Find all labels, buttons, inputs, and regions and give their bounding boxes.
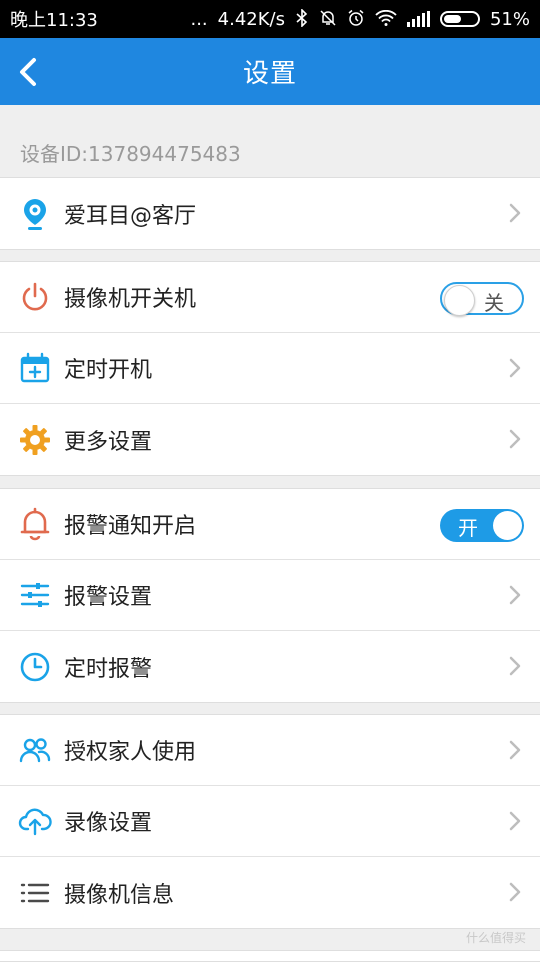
- chevron-right-icon: [509, 203, 521, 223]
- toggle-text: 关: [484, 291, 504, 315]
- camera-power-toggle[interactable]: 关: [440, 282, 524, 316]
- back-button[interactable]: [14, 54, 44, 90]
- toggle-text: 开: [458, 516, 478, 540]
- chevron-right-icon: [509, 811, 521, 831]
- settings-group-misc: 授权家人使用 录像设置 摄像机信息: [0, 714, 540, 929]
- chevron-right-icon: [509, 429, 521, 449]
- bluetooth-icon: [295, 7, 309, 30]
- status-dots: ...: [190, 8, 208, 30]
- row-label: 定时开机: [64, 358, 153, 383]
- row-camera-info[interactable]: 摄像机信息: [0, 857, 540, 928]
- alarm-notification-toggle[interactable]: 开: [440, 509, 524, 542]
- row-alarm-notification: 报警通知开启 开: [0, 489, 540, 560]
- settings-group-device: 爱耳目@客厅: [0, 177, 540, 250]
- watermark: 什么值得买: [465, 931, 526, 945]
- row-label: 爱耳目@客厅: [64, 203, 197, 229]
- cloud-upload-icon: [18, 804, 52, 838]
- chevron-right-icon: [509, 656, 521, 676]
- users-icon: [18, 733, 52, 767]
- chevron-right-icon: [509, 740, 521, 760]
- nav-bar: 设置: [0, 38, 540, 105]
- power-icon: [18, 280, 52, 314]
- settings-group-camera: 摄像机开关机 关 定时开机 更多设置: [0, 261, 540, 476]
- row-label: 摄像机信息: [64, 882, 175, 908]
- network-speed: 4.42K/s: [217, 8, 285, 30]
- bell-icon: [18, 507, 52, 541]
- list-icon: [18, 876, 52, 910]
- chevron-right-icon: [509, 585, 521, 605]
- mute-bell-icon: [319, 9, 337, 30]
- row-device-name[interactable]: 爱耳目@客厅: [0, 178, 540, 249]
- row-camera-power: 摄像机开关机 关: [0, 262, 540, 333]
- page-title: 设置: [242, 59, 297, 89]
- chevron-left-icon: [20, 58, 36, 86]
- device-id-label: 设备ID:137894475483: [20, 142, 241, 166]
- battery-icon: [439, 11, 480, 27]
- signal-icon: [406, 11, 430, 27]
- status-icons: ... 4.42K/s 51%: [190, 7, 530, 30]
- alarm-icon: [347, 9, 365, 30]
- clock-icon: [18, 650, 52, 684]
- chevron-right-icon: [509, 358, 521, 378]
- battery-percent: 51%: [489, 8, 530, 30]
- chevron-right-icon: [509, 882, 521, 902]
- camera-pin-icon: [18, 197, 52, 231]
- calendar-add-icon: [18, 351, 52, 385]
- settings-group-next: [0, 950, 540, 962]
- row-scheduled-power-on[interactable]: 定时开机: [0, 333, 540, 404]
- gear-icon: [18, 423, 52, 457]
- sliders-icon: [18, 578, 52, 612]
- row-recording-settings[interactable]: 录像设置: [0, 786, 540, 857]
- row-label: 更多设置: [64, 429, 153, 455]
- row-label: 定时报警: [64, 656, 153, 682]
- row-family-authorization[interactable]: 授权家人使用: [0, 715, 540, 786]
- row-label: 录像设置: [64, 811, 153, 836]
- row-scheduled-alarm[interactable]: 定时报警: [0, 631, 540, 702]
- status-time: 晚上11:33: [10, 10, 98, 31]
- settings-group-alarm: 报警通知开启 开 报警设置 定时报警: [0, 488, 540, 703]
- status-bar: 晚上11:33 ... 4.42K/s 51%: [0, 0, 540, 38]
- wifi-icon: [375, 9, 397, 29]
- row-label: 报警设置: [64, 585, 153, 610]
- toggle-knob: [493, 511, 522, 540]
- row-label: 摄像机开关机: [64, 287, 197, 312]
- toggle-knob: [444, 285, 475, 316]
- row-label: 报警通知开启: [64, 514, 197, 539]
- row-label: 授权家人使用: [64, 740, 197, 765]
- row-alarm-settings[interactable]: 报警设置: [0, 560, 540, 631]
- row-more-settings[interactable]: 更多设置: [0, 404, 540, 475]
